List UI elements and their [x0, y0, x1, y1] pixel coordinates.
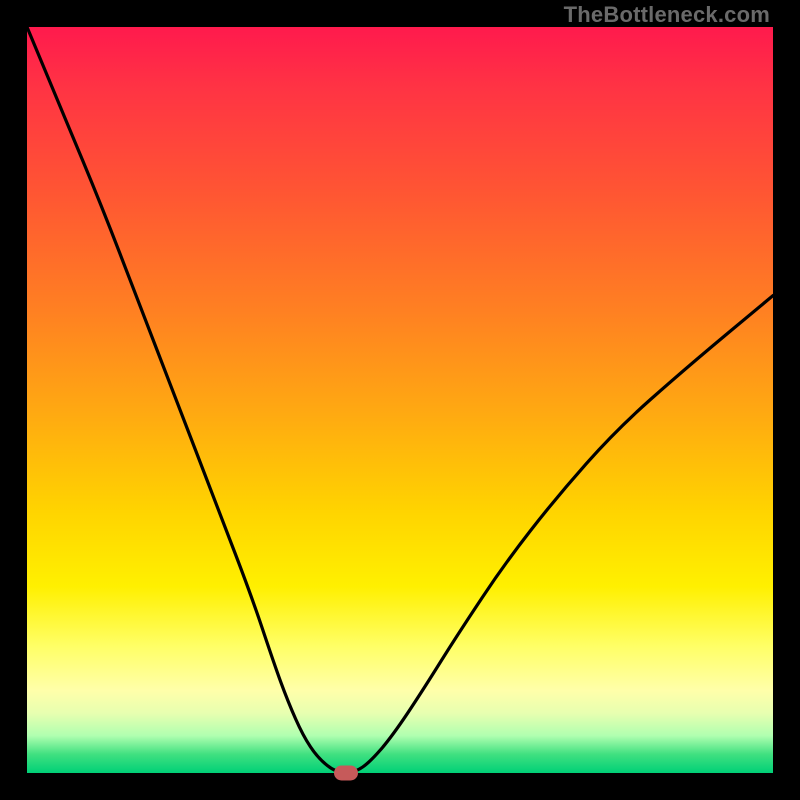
plot-area — [27, 27, 773, 773]
watermark-text: TheBottleneck.com — [564, 2, 770, 28]
curve-path — [27, 27, 773, 773]
chart-frame: TheBottleneck.com — [0, 0, 800, 800]
optimal-point-marker — [334, 766, 358, 781]
bottleneck-curve — [27, 27, 773, 773]
